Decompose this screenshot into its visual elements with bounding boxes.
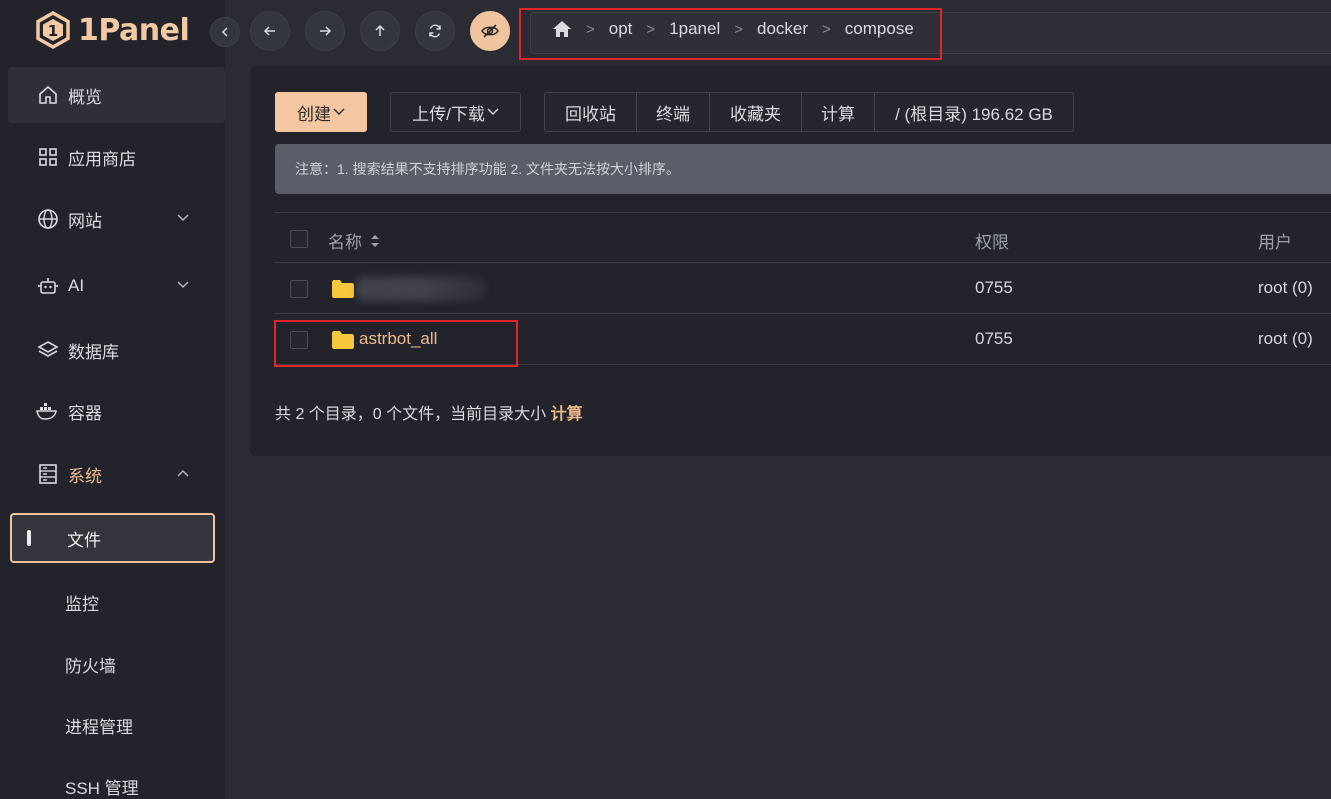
- permission-column-header: 权限: [975, 233, 1009, 252]
- sidebar-subitem-monitor[interactable]: 监控: [65, 590, 99, 615]
- sidebar-item-label: 概览: [68, 87, 102, 107]
- app-name: 1Panel: [78, 12, 190, 48]
- calculate-button[interactable]: 计算: [802, 93, 875, 131]
- toolbar-button-group: 回收站 终端 收藏夹 计算 / (根目录) 196.62 GB: [544, 92, 1074, 132]
- robot-icon: [36, 274, 60, 298]
- user-cell[interactable]: root (0): [1258, 329, 1313, 349]
- home-icon: [36, 83, 60, 107]
- table-row[interactable]: 0755 root (0): [275, 263, 1331, 314]
- logo-icon: 1: [36, 11, 70, 49]
- refresh-button[interactable]: [415, 11, 455, 51]
- sidebar-subitem-files[interactable]: 文件: [10, 513, 215, 563]
- sidebar-item-label: 网站: [68, 211, 102, 231]
- user-cell[interactable]: root (0): [1258, 278, 1313, 298]
- sidebar-item-ai[interactable]: AI: [8, 258, 218, 314]
- permission-cell[interactable]: 0755: [975, 278, 1013, 298]
- sidebar-item-label: AI: [68, 276, 85, 295]
- globe-icon: [36, 207, 60, 231]
- server-icon: [36, 462, 60, 486]
- create-button[interactable]: 创建: [275, 92, 367, 132]
- active-indicator: [27, 530, 31, 546]
- parent-dir-button[interactable]: [360, 11, 400, 51]
- chevron-down-icon: [487, 108, 499, 115]
- forward-button[interactable]: [305, 11, 345, 51]
- calculate-size-link[interactable]: 计算: [551, 406, 583, 423]
- user-column-header: 用户: [1258, 233, 1292, 252]
- svg-text:1: 1: [48, 22, 58, 40]
- collapse-sidebar-button[interactable]: [210, 17, 240, 47]
- upload-download-button[interactable]: 上传/下载: [390, 92, 521, 132]
- blurred-folder-name: [355, 277, 485, 301]
- sidebar-item-label: 应用商店: [68, 149, 136, 169]
- sort-icon[interactable]: [368, 232, 382, 250]
- sidebar-subitem-process[interactable]: 进程管理: [65, 713, 133, 738]
- notice-banner: 注意：1. 搜索结果不支持排序功能 2. 文件夹无法按大小排序。: [275, 144, 1331, 194]
- sidebar-subitem-ssh[interactable]: SSH 管理: [65, 774, 139, 799]
- docker-icon: [36, 399, 60, 423]
- sidebar-subitem-label: 文件: [67, 530, 101, 550]
- directory-summary: 共 2 个目录，0 个文件，当前目录大小 计算: [275, 400, 583, 424]
- create-button-label: 创建: [297, 104, 331, 124]
- refresh-icon: [429, 24, 441, 38]
- sidebar-item-website[interactable]: 网站: [8, 191, 218, 247]
- back-button[interactable]: [250, 11, 290, 51]
- sidebar-item-overview[interactable]: 概览: [8, 67, 225, 123]
- sidebar-item-system[interactable]: 系统: [8, 446, 218, 502]
- sidebar-item-label: 容器: [68, 403, 102, 423]
- upload-download-label: 上传/下载: [412, 104, 485, 124]
- table-header-row: 名称 权限 用户: [275, 212, 1331, 263]
- favorites-button[interactable]: 收藏夹: [710, 93, 802, 131]
- sidebar-item-database[interactable]: 数据库: [8, 322, 218, 378]
- name-header-label: 名称: [328, 233, 362, 252]
- chevron-left-icon: [221, 27, 228, 37]
- sidebar-item-label: 系统: [68, 466, 102, 486]
- chevron-down-icon: [333, 108, 345, 115]
- sidebar-item-container[interactable]: 容器: [8, 383, 218, 439]
- sidebar-item-appstore[interactable]: 应用商店: [8, 129, 218, 185]
- app-logo[interactable]: 1 1Panel: [36, 10, 190, 50]
- folder-icon: [332, 280, 354, 298]
- arrow-up-icon: [375, 24, 385, 36]
- toggle-hidden-files-button[interactable]: [470, 11, 510, 51]
- chevron-down-icon: [177, 214, 189, 222]
- recycle-bin-button[interactable]: 回收站: [545, 93, 637, 131]
- select-all-checkbox[interactable]: [290, 230, 308, 248]
- sidebar-subitem-firewall[interactable]: 防火墙: [65, 652, 116, 677]
- layers-icon: [36, 338, 60, 362]
- name-column-header[interactable]: 名称: [328, 228, 382, 253]
- apps-grid-icon: [36, 145, 60, 169]
- sidebar-item-label: 数据库: [68, 342, 119, 362]
- annotation-box-folder: [274, 320, 518, 367]
- annotation-box-path: [519, 8, 942, 60]
- chevron-up-icon: [177, 469, 189, 477]
- permission-cell[interactable]: 0755: [975, 329, 1013, 349]
- sidebar: 1 1Panel 概览 应用商店 网站 AI 数据库 容器 系统 文件 监控 防…: [0, 0, 225, 799]
- arrow-right-icon: [320, 26, 332, 36]
- chevron-down-icon: [177, 281, 189, 289]
- arrow-left-icon: [263, 26, 275, 36]
- terminal-button[interactable]: 终端: [637, 93, 710, 131]
- eye-off-icon: [481, 24, 499, 38]
- row-checkbox[interactable]: [290, 280, 308, 298]
- disk-usage-button[interactable]: / (根目录) 196.62 GB: [875, 93, 1073, 131]
- summary-text: 共 2 个目录，0 个文件，当前目录大小: [275, 406, 547, 423]
